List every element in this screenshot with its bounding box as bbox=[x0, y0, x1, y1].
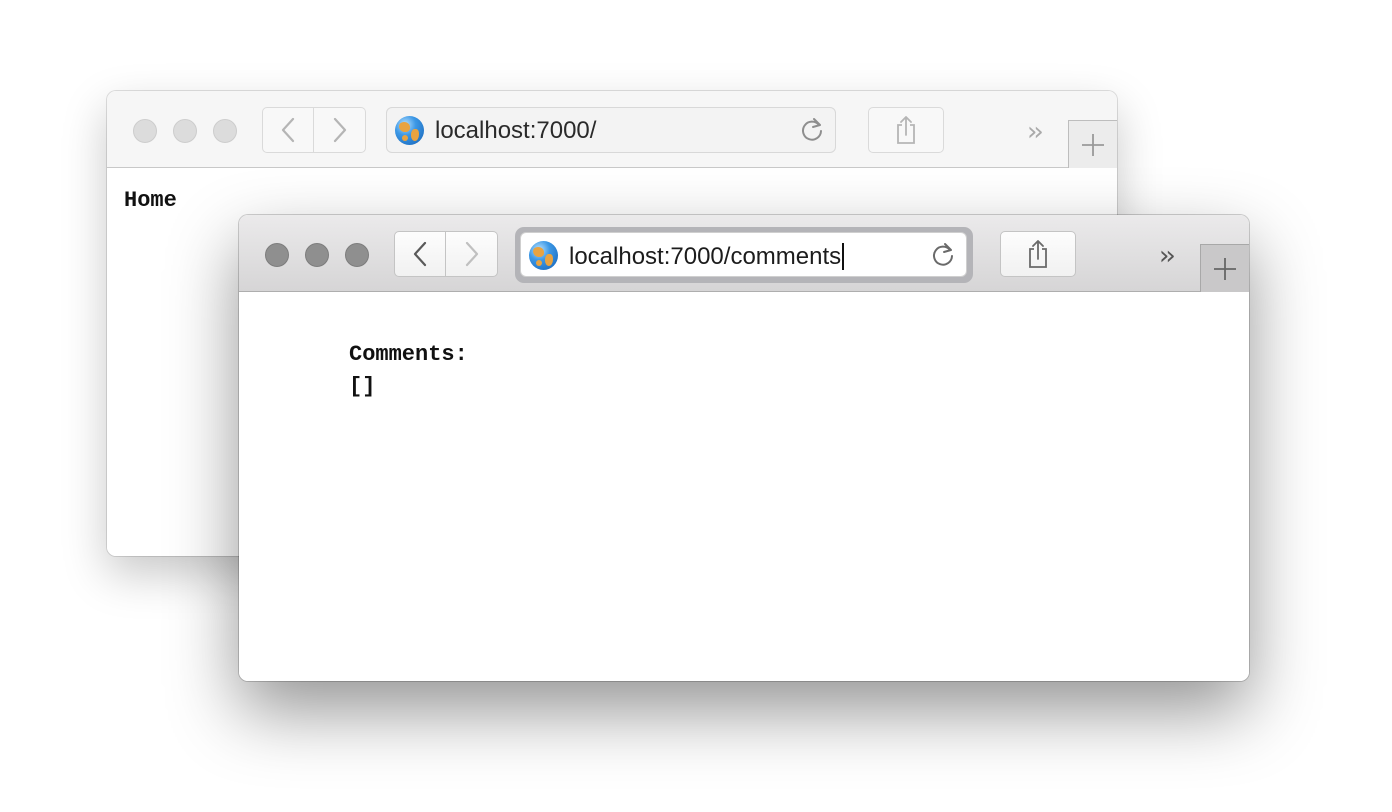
page-content: Comments: [] bbox=[239, 292, 1249, 681]
plus-icon bbox=[1082, 133, 1104, 156]
browser-window-front[interactable]: localhost:7000/comments ›› Comments: [] bbox=[239, 215, 1249, 681]
globe-icon bbox=[395, 116, 424, 145]
new-tab-button[interactable] bbox=[1068, 120, 1117, 168]
address-url[interactable]: localhost:7000/ bbox=[435, 118, 596, 144]
share-button[interactable] bbox=[868, 107, 944, 153]
globe-icon bbox=[529, 241, 558, 270]
share-button[interactable] bbox=[1000, 231, 1076, 277]
text-caret bbox=[842, 243, 845, 270]
forward-button[interactable] bbox=[314, 107, 366, 153]
address-url-text: localhost:7000/comments bbox=[569, 243, 842, 270]
back-button[interactable] bbox=[394, 231, 446, 277]
address-url[interactable]: localhost:7000/comments bbox=[569, 243, 845, 270]
chevron-left-icon bbox=[281, 117, 295, 143]
browser-toolbar: localhost:7000/comments ›› bbox=[239, 215, 1249, 292]
chevron-left-icon bbox=[413, 241, 427, 267]
chevron-double-right-icon[interactable]: ›› bbox=[1027, 117, 1044, 147]
comments-value: [] bbox=[349, 374, 376, 399]
chevron-right-icon bbox=[333, 117, 346, 143]
browser-toolbar: localhost:7000/ ›› bbox=[107, 91, 1117, 168]
share-icon bbox=[1029, 240, 1047, 268]
reload-icon[interactable] bbox=[799, 117, 825, 143]
close-window-button[interactable] bbox=[133, 119, 157, 143]
minimize-window-button[interactable] bbox=[305, 243, 329, 267]
zoom-window-button[interactable] bbox=[345, 243, 369, 267]
chevron-right-icon bbox=[465, 241, 478, 267]
share-icon bbox=[897, 116, 915, 144]
zoom-window-button[interactable] bbox=[213, 119, 237, 143]
plus-icon bbox=[1214, 257, 1236, 280]
new-tab-button[interactable] bbox=[1200, 244, 1249, 292]
close-window-button[interactable] bbox=[265, 243, 289, 267]
comments-label: Comments: bbox=[349, 342, 468, 367]
address-bar[interactable]: localhost:7000/comments bbox=[520, 232, 967, 277]
address-bar[interactable]: localhost:7000/ bbox=[386, 107, 836, 153]
back-button[interactable] bbox=[262, 107, 314, 153]
reload-icon[interactable] bbox=[930, 242, 956, 268]
minimize-window-button[interactable] bbox=[173, 119, 197, 143]
page-text: Home bbox=[124, 188, 177, 213]
forward-button[interactable] bbox=[446, 231, 498, 277]
chevron-double-right-icon[interactable]: ›› bbox=[1159, 241, 1176, 271]
